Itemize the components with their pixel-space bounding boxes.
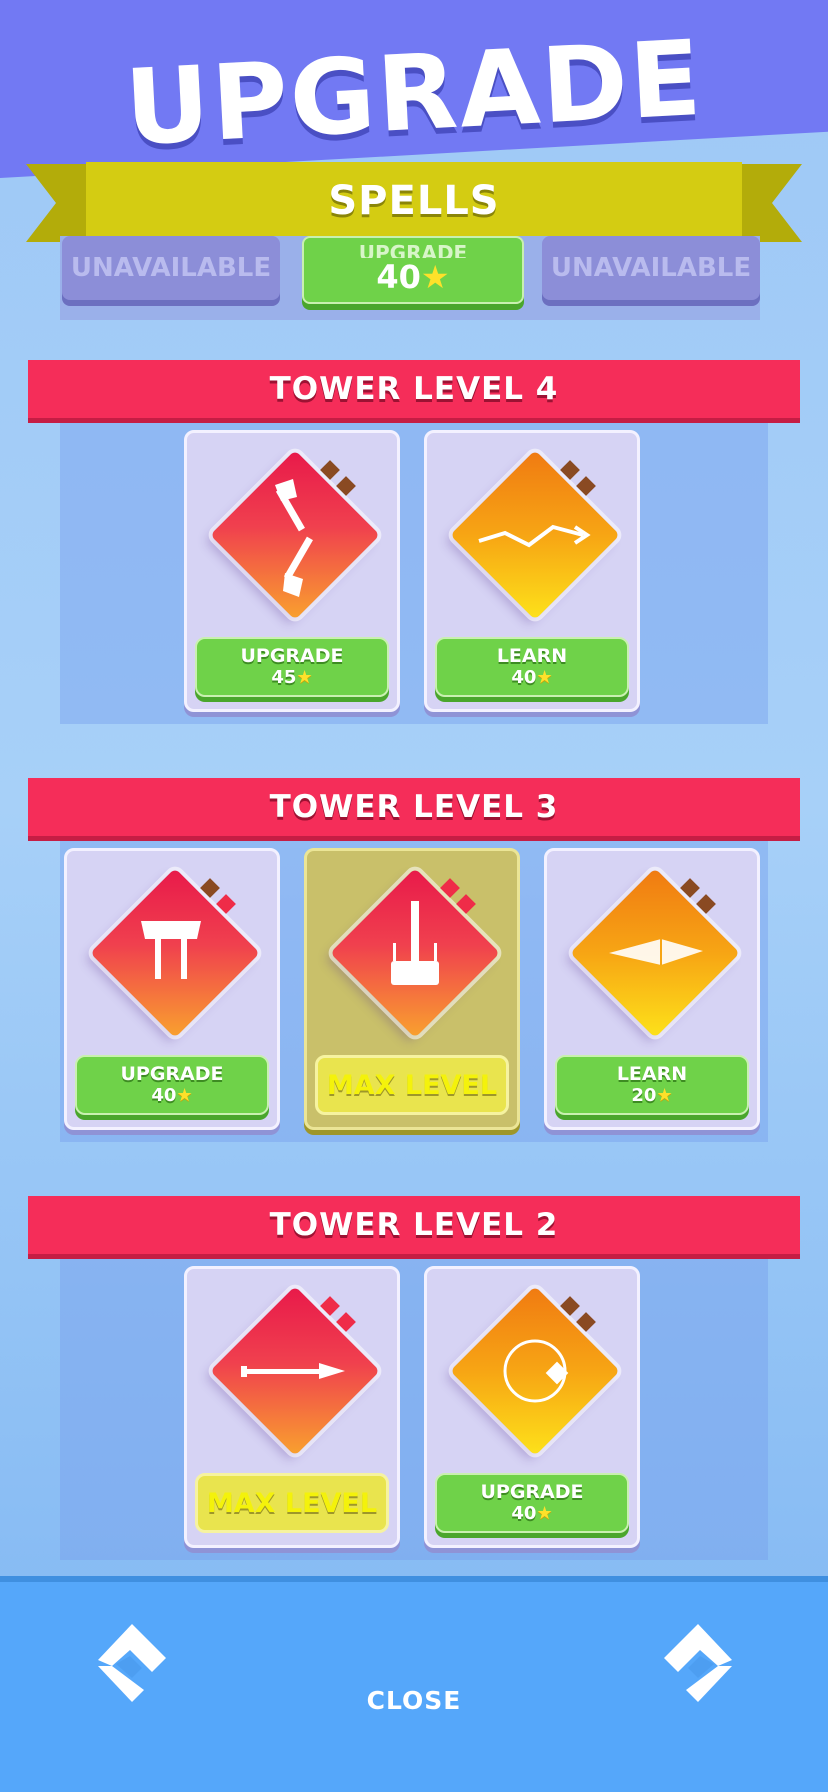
tower-level-2-panel	[60, 1224, 768, 1560]
star-icon: ★	[536, 667, 553, 688]
unavailable-button-right[interactable]: UNAVAILABLE	[542, 236, 760, 300]
spell-card-twin-axes[interactable]: UPGRADE 45★	[184, 430, 400, 712]
star-icon: ★	[656, 1085, 673, 1106]
upgrade-button[interactable]: UPGRADE 40★	[435, 1473, 629, 1533]
learn-button[interactable]: LEARN 20★	[555, 1055, 749, 1115]
spells-banner: SPELLS	[86, 162, 742, 240]
spell-card-double-axe[interactable]: UPGRADE 40★	[64, 848, 280, 1130]
upgrade-button-previous[interactable]: UPGRADE 40★	[302, 236, 524, 304]
section-header-tower-level-3: TOWER LEVEL 3	[28, 778, 800, 836]
spell-card-spear-tip[interactable]: LEARN 20★	[544, 848, 760, 1130]
spell-card-ring[interactable]: UPGRADE 40★	[424, 1266, 640, 1548]
section-header-tower-level-2: TOWER LEVEL 2	[28, 1196, 800, 1254]
section-header-tower-level-4: TOWER LEVEL 4	[28, 360, 800, 418]
close-button[interactable]: CLOSE	[0, 1686, 828, 1715]
spell-card-hammer[interactable]: MAX LEVEL	[304, 848, 520, 1130]
learn-button[interactable]: LEARN 40★	[435, 637, 629, 697]
max-level-label: MAX LEVEL	[195, 1473, 389, 1533]
max-level-label: MAX LEVEL	[315, 1055, 509, 1115]
spell-card-spear[interactable]: MAX LEVEL	[184, 1266, 400, 1548]
star-icon: ★	[536, 1503, 553, 1524]
star-icon: ★	[296, 667, 313, 688]
unavailable-button-left[interactable]: UNAVAILABLE	[62, 236, 280, 300]
upgrade-button[interactable]: UPGRADE 40★	[75, 1055, 269, 1115]
spell-card-zigzag-arrow[interactable]: LEARN 40★	[424, 430, 640, 712]
upgrade-button[interactable]: UPGRADE 45★	[195, 637, 389, 697]
tower-level-4-panel	[60, 388, 768, 724]
star-icon: ★	[176, 1085, 193, 1106]
